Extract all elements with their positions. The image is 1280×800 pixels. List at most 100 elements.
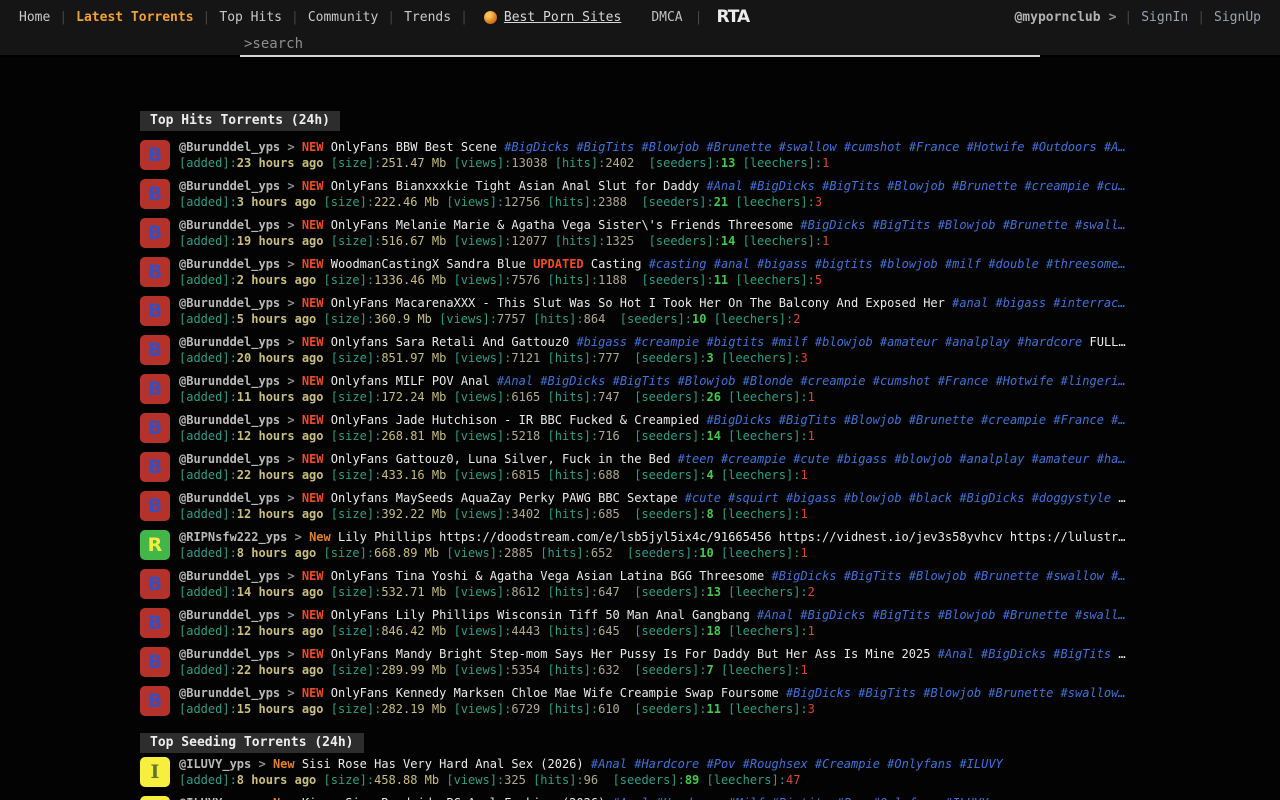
username-link[interactable]: @ILUVY_yps bbox=[179, 757, 251, 771]
hashtag-link[interactable]: #BigDicks bbox=[706, 413, 771, 427]
user-avatar[interactable]: I bbox=[140, 757, 170, 787]
torrent-title-link[interactable]: OnlyFans Mandy Bright Step-mom Says Her … bbox=[331, 647, 931, 661]
signup-link[interactable]: SignUp bbox=[1205, 10, 1270, 25]
hashtag-link[interactable]: #cute bbox=[685, 491, 721, 505]
hashtag-link[interactable]: #BigDicks bbox=[750, 179, 815, 193]
hashtag-link[interactable]: #France bbox=[1053, 413, 1104, 427]
hashtag-link[interactable]: #Anal bbox=[938, 647, 974, 661]
username-link[interactable]: @RIPNsfw222_yps bbox=[179, 530, 287, 544]
hashtag-link[interactable]: #BigTits bbox=[576, 140, 634, 154]
username-link[interactable]: @Burunddel_yps bbox=[179, 569, 280, 583]
hashtag-link[interactable]: #Hardcore bbox=[634, 757, 699, 771]
torrent-title-link[interactable]: Onlyfans Sara Retali And Gattouz0 bbox=[331, 335, 569, 349]
nav-item-trends[interactable]: Trends bbox=[395, 10, 460, 25]
user-avatar[interactable]: B bbox=[140, 491, 170, 521]
hashtag-link[interactable]: #Onlyfans bbox=[873, 796, 938, 800]
hashtag-link[interactable]: #analplay bbox=[945, 335, 1010, 349]
username-link[interactable]: @Burunddel_yps bbox=[179, 452, 280, 466]
hashtag-link[interactable]: #Pov bbox=[837, 796, 866, 800]
hashtag-link[interactable]: #double bbox=[988, 257, 1039, 271]
hashtag-link[interactable]: #creampie bbox=[634, 335, 699, 349]
username-link[interactable]: @Burunddel_yps bbox=[179, 140, 280, 154]
hashtag-link[interactable]: #… bbox=[1111, 569, 1125, 583]
hashtag-link[interactable]: #swallow bbox=[779, 140, 837, 154]
hashtag-link[interactable]: #creampie bbox=[981, 413, 1046, 427]
promo-link-label[interactable]: Best Porn Sites bbox=[504, 10, 621, 25]
user-avatar[interactable]: B bbox=[140, 218, 170, 248]
hashtag-link[interactable]: #Blowjob bbox=[938, 218, 996, 232]
torrent-title-link[interactable]: Lily Phillips https://doodstream.com/e/l… bbox=[338, 530, 1125, 544]
hashtag-link[interactable]: #Blowjob bbox=[909, 569, 967, 583]
hashtag-link[interactable]: #bigtits bbox=[707, 335, 765, 349]
username-link[interactable]: @Burunddel_yps bbox=[179, 413, 280, 427]
hashtag-link[interactable]: #BigTits bbox=[779, 413, 837, 427]
nav-item-community[interactable]: Community bbox=[299, 10, 387, 25]
hashtag-link[interactable]: #Hotwife bbox=[996, 374, 1054, 388]
hashtag-link[interactable]: #amateur bbox=[880, 335, 938, 349]
hashtag-link[interactable]: #creampie bbox=[1024, 179, 1089, 193]
hashtag-link[interactable]: #BigDicks bbox=[800, 218, 865, 232]
hashtag-link[interactable]: #bigass bbox=[786, 491, 837, 505]
torrent-title-link[interactable]: Onlyfans MaySeeds AquaZay Perky PAWG BBC… bbox=[331, 491, 678, 505]
hashtag-link[interactable]: #cute bbox=[793, 452, 829, 466]
hashtag-link[interactable]: #amateur bbox=[1032, 452, 1090, 466]
hashtag-link[interactable]: #Anal bbox=[613, 796, 649, 800]
hashtag-link[interactable]: #Brunette bbox=[988, 686, 1053, 700]
search-input[interactable] bbox=[240, 34, 1040, 57]
hashtag-link[interactable]: #Blowjob bbox=[938, 608, 996, 622]
hashtag-link[interactable]: #creampie bbox=[800, 374, 865, 388]
hashtag-link[interactable]: #milf bbox=[945, 257, 981, 271]
hashtag-link[interactable]: #BigDicks bbox=[800, 608, 865, 622]
hashtag-link[interactable]: #creampie bbox=[721, 452, 786, 466]
hashtag-link[interactable]: #Anal bbox=[706, 179, 742, 193]
hashtag-link[interactable]: #Anal bbox=[497, 374, 533, 388]
torrent-title-link[interactable]: OnlyFans Gattouz0, Luna Silver, Fuck in … bbox=[331, 452, 671, 466]
hashtag-link[interactable]: #cu… bbox=[1097, 179, 1126, 193]
hashtag-link[interactable]: #BigDicks bbox=[504, 140, 569, 154]
hashtag-link[interactable]: #teen bbox=[678, 452, 714, 466]
hashtag-link[interactable]: #swall… bbox=[1075, 218, 1126, 232]
hashtag-link[interactable]: #cumshot bbox=[873, 374, 931, 388]
nav-item-home[interactable]: Home bbox=[10, 10, 59, 25]
hashtag-link[interactable]: #doggystyle bbox=[1032, 491, 1111, 505]
torrent-title-link[interactable]: Onlyfans MILF POV Anal bbox=[331, 374, 490, 388]
hashtag-link[interactable]: #BigTits bbox=[822, 179, 880, 193]
hashtag-link[interactable]: #anal bbox=[714, 257, 750, 271]
hashtag-link[interactable]: #interrac… bbox=[1053, 296, 1125, 310]
hashtag-link[interactable]: #swallow… bbox=[1061, 686, 1126, 700]
hashtag-link[interactable]: #BigDicks bbox=[981, 647, 1046, 661]
hashtag-link[interactable]: #Outdoors bbox=[1032, 140, 1097, 154]
hashtag-link[interactable]: #squirt bbox=[728, 491, 779, 505]
hashtag-link[interactable]: #ILUVY bbox=[945, 796, 988, 800]
hashtag-link[interactable]: #BigTits bbox=[873, 608, 931, 622]
username-link[interactable]: @Burunddel_yps bbox=[179, 686, 280, 700]
hashtag-link[interactable]: #Bigtits bbox=[772, 796, 830, 800]
hashtag-link[interactable]: #A… bbox=[1104, 140, 1126, 154]
hashtag-link[interactable]: #Brunette bbox=[952, 179, 1017, 193]
hashtag-link[interactable]: #Brunette bbox=[974, 569, 1039, 583]
hashtag-link[interactable]: #ha… bbox=[1097, 452, 1126, 466]
hashtag-link[interactable]: #Milf bbox=[728, 796, 764, 800]
user-avatar[interactable]: B bbox=[140, 608, 170, 638]
account-menu[interactable]: @mypornclub bbox=[1014, 10, 1100, 25]
hashtag-link[interactable]: #Brunette bbox=[1003, 608, 1068, 622]
hashtag-link[interactable]: #Blowjob bbox=[641, 140, 699, 154]
user-avatar[interactable]: B bbox=[140, 296, 170, 326]
dmca-link[interactable]: DMCA bbox=[651, 10, 682, 25]
hashtag-link[interactable]: #BigTits bbox=[873, 218, 931, 232]
hashtag-link[interactable]: #Blowjob bbox=[887, 179, 945, 193]
username-link[interactable]: @Burunddel_yps bbox=[179, 218, 280, 232]
torrent-title-link[interactable]: WoodmanCastingX Sandra Blue UPDATED Cast… bbox=[331, 257, 642, 271]
user-avatar[interactable]: B bbox=[140, 335, 170, 365]
torrent-title-link[interactable]: OnlyFans Bianxxxkie Tight Asian Anal Slu… bbox=[331, 179, 699, 193]
torrent-title-link[interactable]: Sisi Rose Has Very Hard Anal Sex (2026) bbox=[302, 757, 584, 771]
hashtag-link[interactable]: #bigass bbox=[837, 452, 888, 466]
hashtag-link[interactable]: #Creampie bbox=[815, 757, 880, 771]
nav-item-top-hits[interactable]: Top Hits bbox=[210, 10, 291, 25]
torrent-title-link[interactable]: Kissa Sins Roadside BG Anal Fucking (202… bbox=[302, 796, 605, 800]
hashtag-link[interactable]: #black bbox=[909, 491, 952, 505]
hashtag-link[interactable]: #analplay bbox=[959, 452, 1024, 466]
hashtag-link[interactable]: #Hotwife bbox=[967, 140, 1025, 154]
torrent-title-link[interactable]: OnlyFans Lily Phillips Wisconsin Tiff 50… bbox=[331, 608, 750, 622]
hashtag-link[interactable]: #BigDicks bbox=[786, 686, 851, 700]
